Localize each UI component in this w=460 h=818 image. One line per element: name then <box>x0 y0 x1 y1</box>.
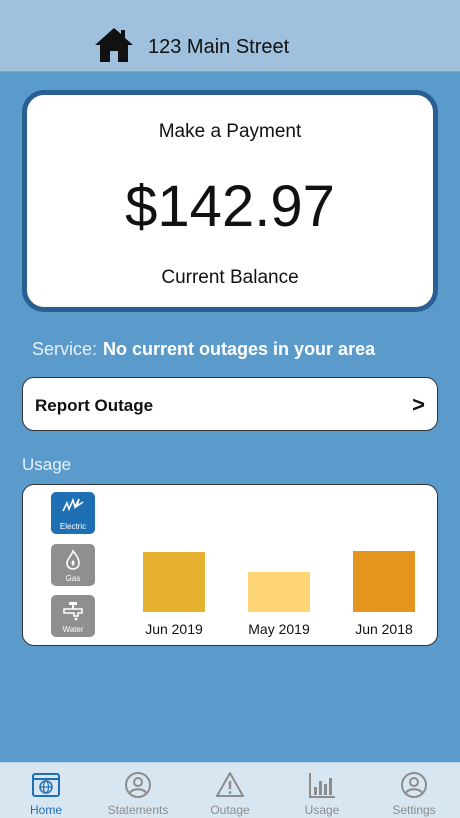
person-circle-icon <box>401 772 427 798</box>
tab-outage-label: Outage <box>210 803 250 817</box>
water-button[interactable]: Water <box>51 595 95 637</box>
home-globe-icon <box>32 773 60 797</box>
tab-statements-label: Statements <box>107 803 169 817</box>
tab-settings-label: Settings <box>392 803 436 817</box>
water-label: Water <box>62 625 84 634</box>
tab-statements[interactable]: Statements <box>92 763 184 818</box>
electric-icon <box>62 497 84 512</box>
bottom-tab-bar: Home Statements Outage Usage Settings <box>0 762 460 818</box>
address-label: 123 Main Street <box>148 36 290 58</box>
service-label: Service: <box>32 339 98 359</box>
report-outage-button[interactable]: Report Outage > <box>22 377 438 431</box>
tab-usage-label: Usage <box>304 803 340 817</box>
usage-card: Electric Gas Water Jun 2019 May 2019 Jun… <box>22 484 438 646</box>
bar-chart-icon <box>309 773 335 798</box>
usage-section-title: Usage <box>22 455 72 474</box>
home-icon[interactable] <box>94 26 134 64</box>
tab-home[interactable]: Home <box>0 763 92 818</box>
report-outage-label: Report Outage <box>35 396 154 415</box>
bar-label: Jun 2019 <box>145 621 203 637</box>
make-payment-title: Make a Payment <box>158 121 302 142</box>
tab-home-label: Home <box>29 803 62 817</box>
bar-label: Jun 2018 <box>355 621 413 637</box>
make-payment-card[interactable]: Make a Payment $142.97 Current Balance <box>22 90 438 312</box>
usage-bar[interactable] <box>143 552 205 612</box>
header-bar: 123 Main Street <box>0 0 460 72</box>
electric-label: Electric <box>59 522 87 531</box>
water-faucet-icon <box>63 602 83 621</box>
chevron-right-icon: > <box>412 392 425 417</box>
bar-label: May 2019 <box>248 621 310 637</box>
warning-triangle-icon <box>216 772 244 797</box>
gas-button[interactable]: Gas <box>51 544 95 586</box>
current-balance-label: Current Balance <box>161 267 299 288</box>
balance-amount: $142.97 <box>125 174 335 239</box>
person-circle-icon <box>125 772 151 798</box>
tab-settings[interactable]: Settings <box>368 763 460 818</box>
electric-button[interactable]: Electric <box>51 492 95 534</box>
tab-usage[interactable]: Usage <box>276 763 368 818</box>
service-status: Service: No current outages in your area <box>32 339 375 360</box>
usage-bar[interactable] <box>248 572 310 612</box>
gas-flame-icon <box>66 549 80 570</box>
usage-bar[interactable] <box>353 551 415 612</box>
gas-label: Gas <box>65 574 81 583</box>
service-status-value: No current outages in your area <box>103 339 376 359</box>
tab-outage[interactable]: Outage <box>184 763 276 818</box>
